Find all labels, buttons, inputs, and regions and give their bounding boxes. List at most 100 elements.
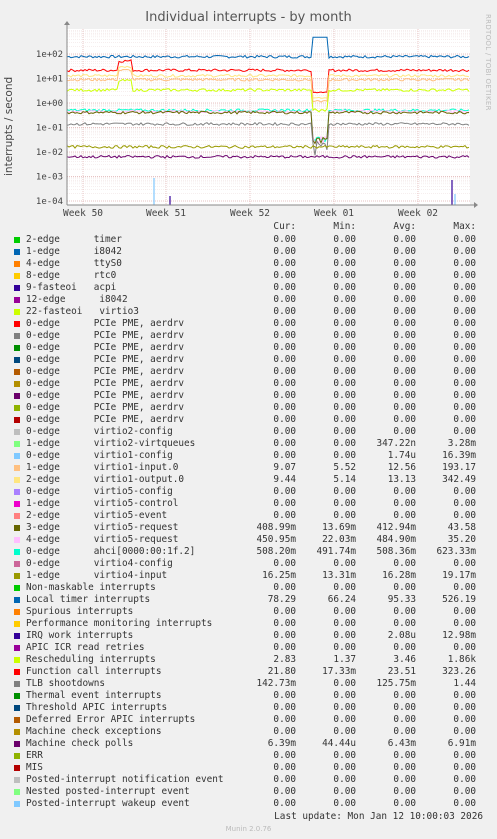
legend-label: 0-edge PCIe PME, aerdrv — [26, 366, 185, 377]
legend-max-value: 323.26 — [442, 666, 476, 677]
legend-label: 0-edge PCIe PME, aerdrv — [26, 402, 185, 413]
legend-label: 2-edge virtio5-event — [26, 510, 168, 521]
legend-row: Posted-interrupt notification event 0.00 0… — [0, 774, 497, 786]
legend-max-value: 1.44 — [453, 678, 476, 689]
legend-row: 22-fasteoi virtio3 0.00 0.00 0.00 0.00 — [0, 306, 497, 318]
legend-row: ERR 0.00 0.00 0.00 0.00 — [0, 750, 497, 762]
legend-row: Performance monitoring interrupts 0.00 0.0… — [0, 618, 497, 630]
legend-max-value: 0.00 — [453, 426, 476, 437]
legend-swatch — [14, 489, 20, 495]
y-tick-label: 1e-01 — [36, 124, 63, 134]
legend-max-value: 0.00 — [453, 402, 476, 413]
legend-label: APIC ICR read retries — [26, 642, 145, 653]
legend-label: 0-edge PCIe PME, aerdrv — [26, 414, 185, 425]
legend-swatch — [14, 777, 20, 783]
legend-row: 4-edge virtio5-request 450.95m 22.03m 484.9… — [0, 534, 497, 546]
legend-label: 0-edge virtio1-config — [26, 450, 173, 461]
legend-label: ERR — [26, 750, 43, 761]
legend-label: Machine check polls — [26, 738, 134, 749]
legend-max-value: 0.00 — [453, 270, 476, 281]
legend-max-value: 0.00 — [453, 714, 476, 725]
legend-row: 0-edge PCIe PME, aerdrv 0.00 0.00 0.00 0.00 — [0, 330, 497, 342]
legend-label: Rescheduling interrupts — [26, 654, 156, 665]
legend-label: Machine check exceptions — [26, 726, 162, 737]
y-tick-label: 1e-02 — [36, 148, 63, 158]
x-tick-label: Week 50 — [63, 208, 103, 219]
legend-label: 0-edge virtio4-config — [26, 558, 173, 569]
legend-max-value: 0.00 — [453, 750, 476, 761]
legend-row: 2-edge timer 0.00 0.00 0.00 0.00 — [0, 234, 497, 246]
legend-label: 0-edge ahci[0000:00:1f.2] — [26, 546, 196, 557]
legend-max-value: 19.17m — [442, 570, 476, 581]
legend-swatch — [14, 261, 20, 267]
plot-background — [67, 29, 470, 205]
legend-label: 4-edge virtio5-request — [26, 534, 179, 545]
legend-swatch — [14, 429, 20, 435]
legend-swatch — [14, 309, 20, 315]
legend-max-value: 0.00 — [453, 558, 476, 569]
legend-label: 1-edge virtio4-input — [26, 570, 168, 581]
plot-area: 1e+021e+011e+001e-011e-021e-031e-04Week … — [36, 21, 478, 219]
legend-label: 3-edge virtio5-request — [26, 522, 179, 533]
legend-swatch — [14, 753, 20, 759]
legend-label: 22-fasteoi virtio3 — [26, 306, 139, 317]
legend-max-value: 0.00 — [453, 510, 476, 521]
x-tick-label: Week 51 — [146, 208, 186, 219]
legend-swatch — [14, 573, 20, 579]
x-tick-label: Week 01 — [314, 208, 354, 219]
legend-max-value: 0.00 — [453, 354, 476, 365]
legend-swatch — [14, 801, 20, 807]
legend-row: Thermal event interrupts 0.00 0.00 0.00 0.00 — [0, 690, 497, 702]
legend-label: 4-edge ttyS0 — [26, 258, 122, 269]
legend-max-value: 0.00 — [453, 618, 476, 629]
y-tick-label: 1e-03 — [36, 173, 63, 183]
legend-row: 4-edge ttyS0 0.00 0.00 0.00 0.00 — [0, 258, 497, 270]
legend-row: APIC ICR read retries 0.00 0.00 0.00 0.00 — [0, 642, 497, 654]
legend-row: 2-edge virtio5-event 0.00 0.00 0.00 0.00 — [0, 510, 497, 522]
legend-row: Deferred Error APIC interrupts 0.00 0.00 0.… — [0, 714, 497, 726]
legend-label: 1-edge virtio5-control — [26, 498, 179, 509]
legend-max-value: 0.00 — [453, 690, 476, 701]
legend-label: Nested posted-interrupt event — [26, 786, 190, 797]
legend-label: 2-edge timer — [26, 234, 122, 245]
legend-label: TLB shootdowns — [26, 678, 106, 689]
legend-swatch — [14, 453, 20, 459]
legend-max-value: 0.00 — [453, 390, 476, 401]
x-tick-label: Week 02 — [398, 208, 438, 219]
legend-label: 1-edge virtio2-virtqueues — [26, 438, 196, 449]
y-tick-label: 1e+00 — [36, 99, 63, 109]
legend-swatch — [14, 597, 20, 603]
legend-label: 1-edge i8042 — [26, 246, 122, 257]
legend-swatch — [14, 705, 20, 711]
legend-row: 8-edge rtc0 0.00 0.00 0.00 0.00 — [0, 270, 497, 282]
y-axis-arrow — [64, 21, 70, 25]
legend-row: 1-edge virtio2-virtqueues 0.00 0.00 347.22n… — [0, 438, 497, 450]
legend-row: Machine check exceptions 0.00 0.00 0.00 0.00 — [0, 726, 497, 738]
legend-max-value: 35.20 — [447, 534, 476, 545]
legend-max-value: 0.00 — [453, 342, 476, 353]
legend-label: 0-edge virtio2-config — [26, 426, 173, 437]
legend-max-value: 0.00 — [453, 798, 476, 809]
legend-swatch — [14, 729, 20, 735]
legend-max-value: 0.00 — [453, 606, 476, 617]
legend-row: 0-edge virtio2-config 0.00 0.00 0.00 0.00 — [0, 426, 497, 438]
legend-label: 0-edge PCIe PME, aerdrv — [26, 390, 185, 401]
legend-swatch — [14, 717, 20, 723]
legend-label: Posted-interrupt notification event — [26, 774, 224, 785]
x-tick-label: Week 52 — [230, 208, 270, 219]
legend-max-value: 0.00 — [453, 786, 476, 797]
legend-label: 1-edge virtio1-input.0 — [26, 462, 179, 473]
legend-swatch — [14, 273, 20, 279]
legend-max-value: 0.00 — [453, 726, 476, 737]
legend-label: 0-edge virtio5-config — [26, 486, 173, 497]
legend-max-value: 0.00 — [453, 762, 476, 773]
legend-label: Performance monitoring interrupts — [26, 618, 213, 629]
legend-max-value: 0.00 — [453, 258, 476, 269]
legend-row: 0-edge virtio4-config 0.00 0.00 0.00 0.00 — [0, 558, 497, 570]
legend-max-value: 16.39m — [442, 450, 476, 461]
legend-row: 3-edge virtio5-request 408.99m 13.69m 412.9… — [0, 522, 497, 534]
legend-row: Threshold APIC interrupts 0.00 0.00 0.00 0.0… — [0, 702, 497, 714]
legend-swatch — [14, 441, 20, 447]
y-tick-label: 1e-04 — [36, 197, 63, 207]
legend-max-value: 0.00 — [453, 246, 476, 257]
